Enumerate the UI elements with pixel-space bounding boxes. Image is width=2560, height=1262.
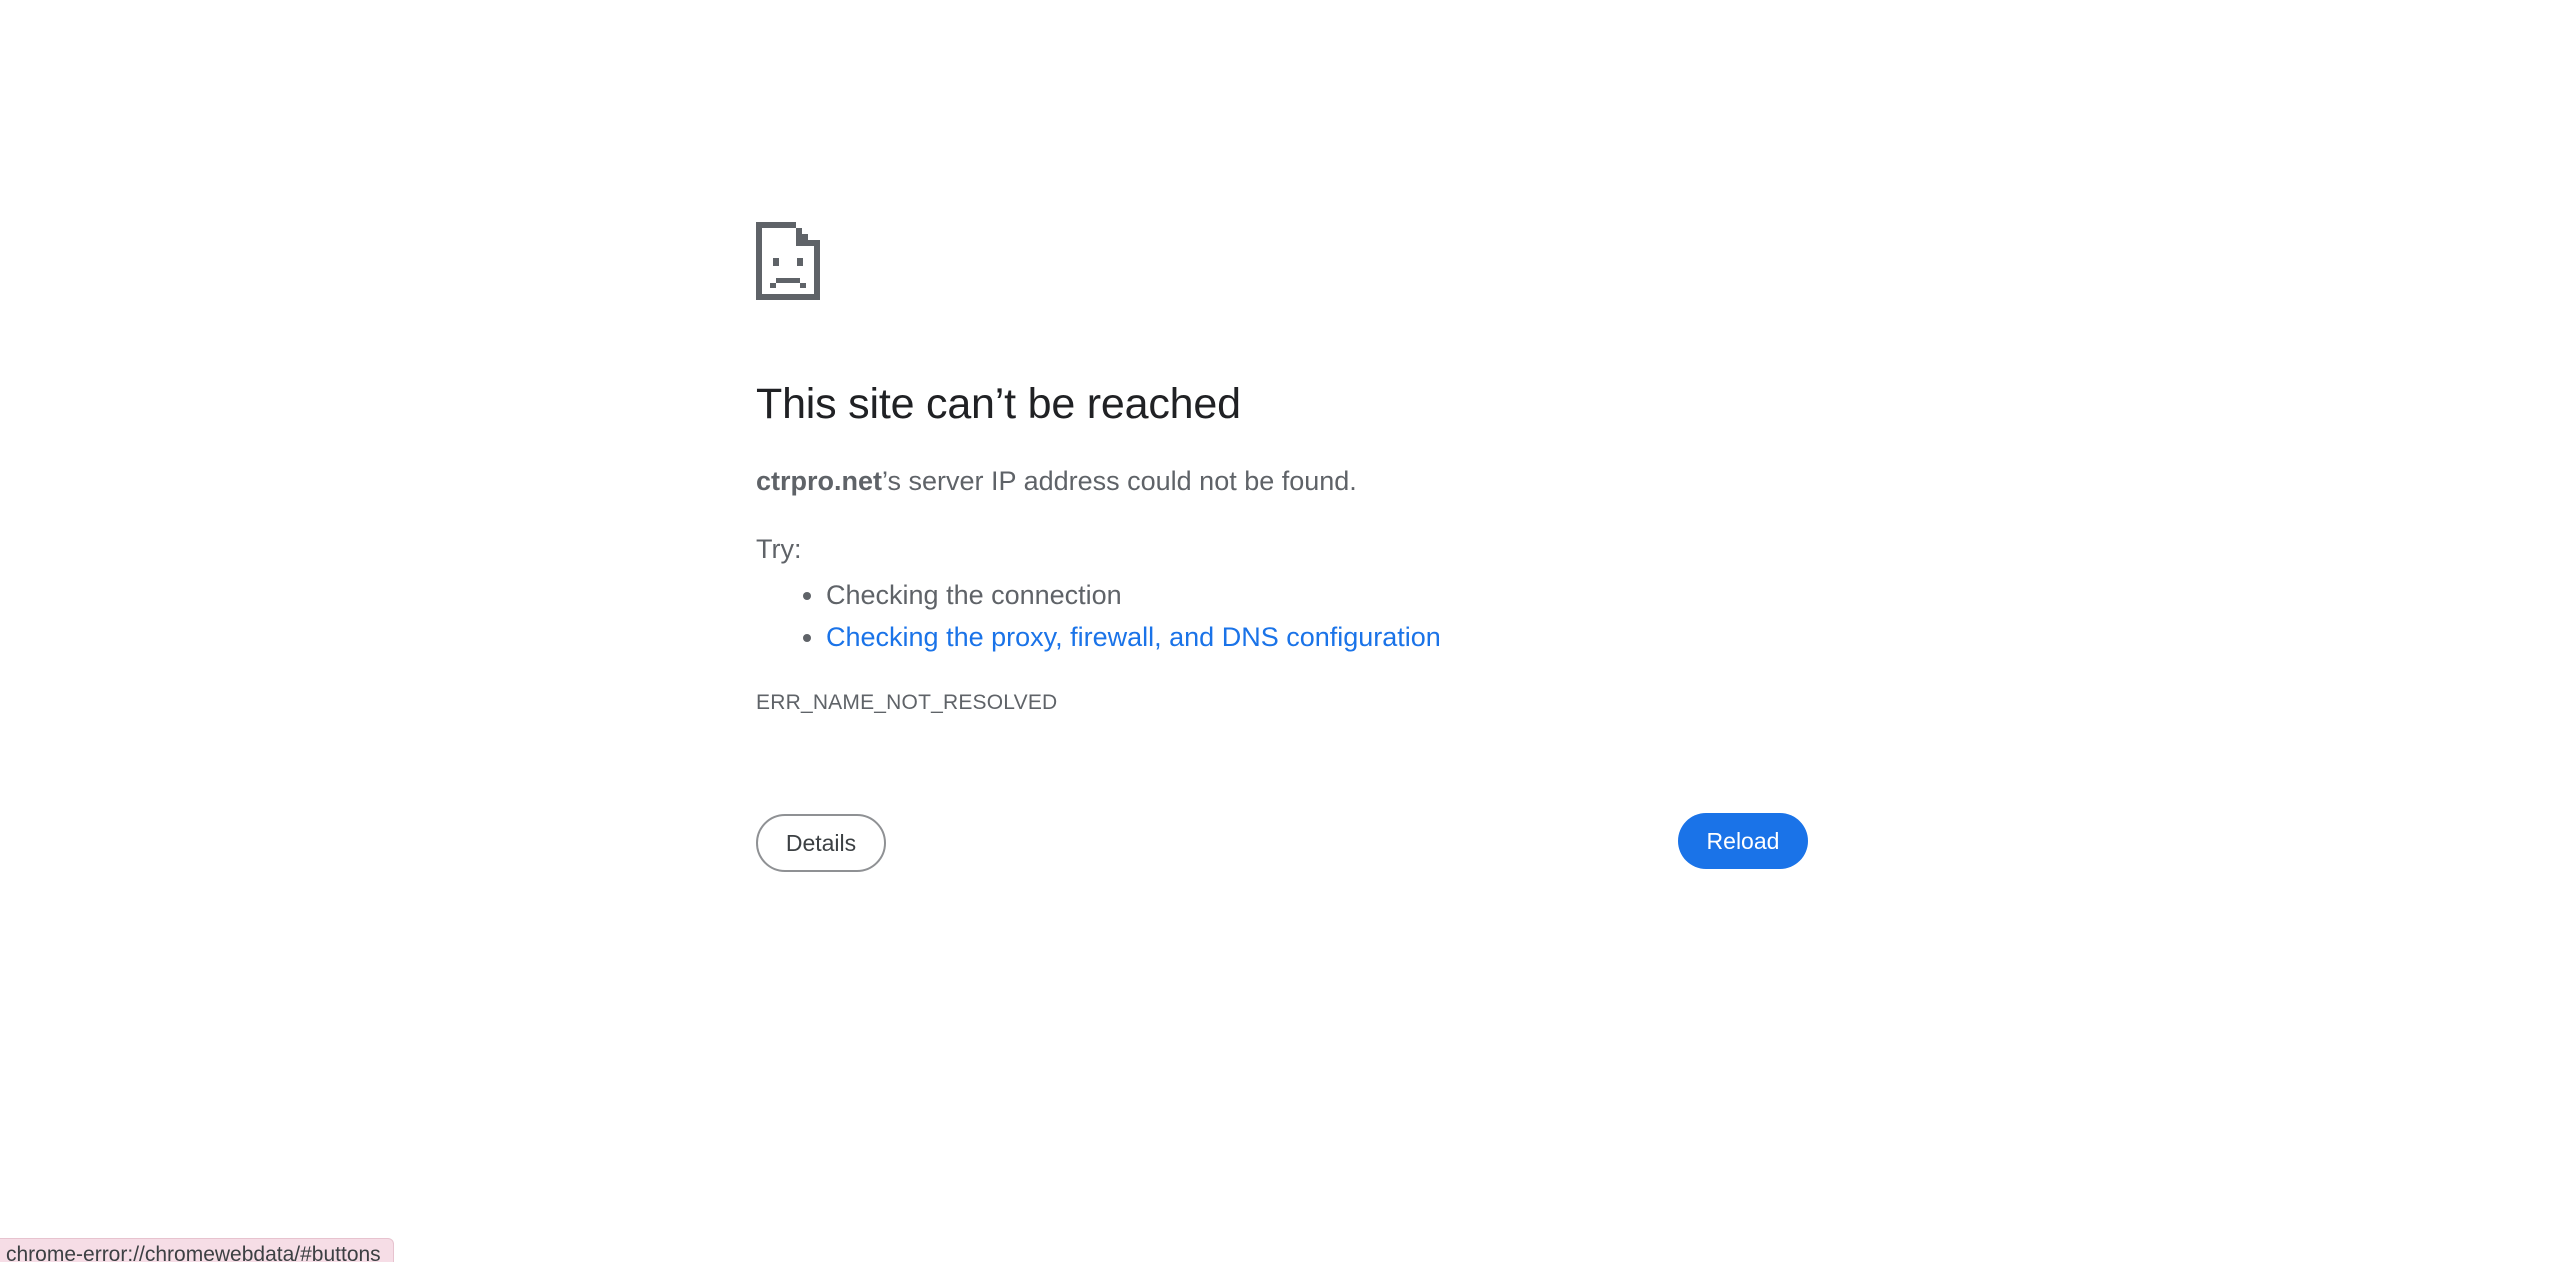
status-bar-url: chrome-error://chromewebdata/#buttons [0,1238,394,1262]
suggestion-item: Checking the proxy, firewall, and DNS co… [826,616,1441,658]
suggestions-list: Checking the connection Checking the pro… [756,574,1441,658]
suggestion-proxy-firewall-dns-link[interactable]: Checking the proxy, firewall, and DNS co… [826,622,1441,652]
details-button[interactable]: Details [756,814,886,872]
error-summary: ctrpro.net’s server IP address could not… [756,466,1357,497]
error-page: This site can’t be reached ctrpro.net’s … [0,0,2560,1262]
suggestion-item: Checking the connection [826,574,1441,616]
error-code: ERR_NAME_NOT_RESOLVED [756,691,1058,714]
sad-page-icon [756,222,820,300]
host-name: ctrpro.net [756,466,883,496]
error-summary-message: ’s server IP address could not be found. [882,466,1357,496]
reload-button[interactable]: Reload [1678,813,1808,869]
suggestion-check-connection: Checking the connection [826,580,1122,610]
try-label: Try: [756,534,802,564]
page-title: This site can’t be reached [756,380,1241,428]
